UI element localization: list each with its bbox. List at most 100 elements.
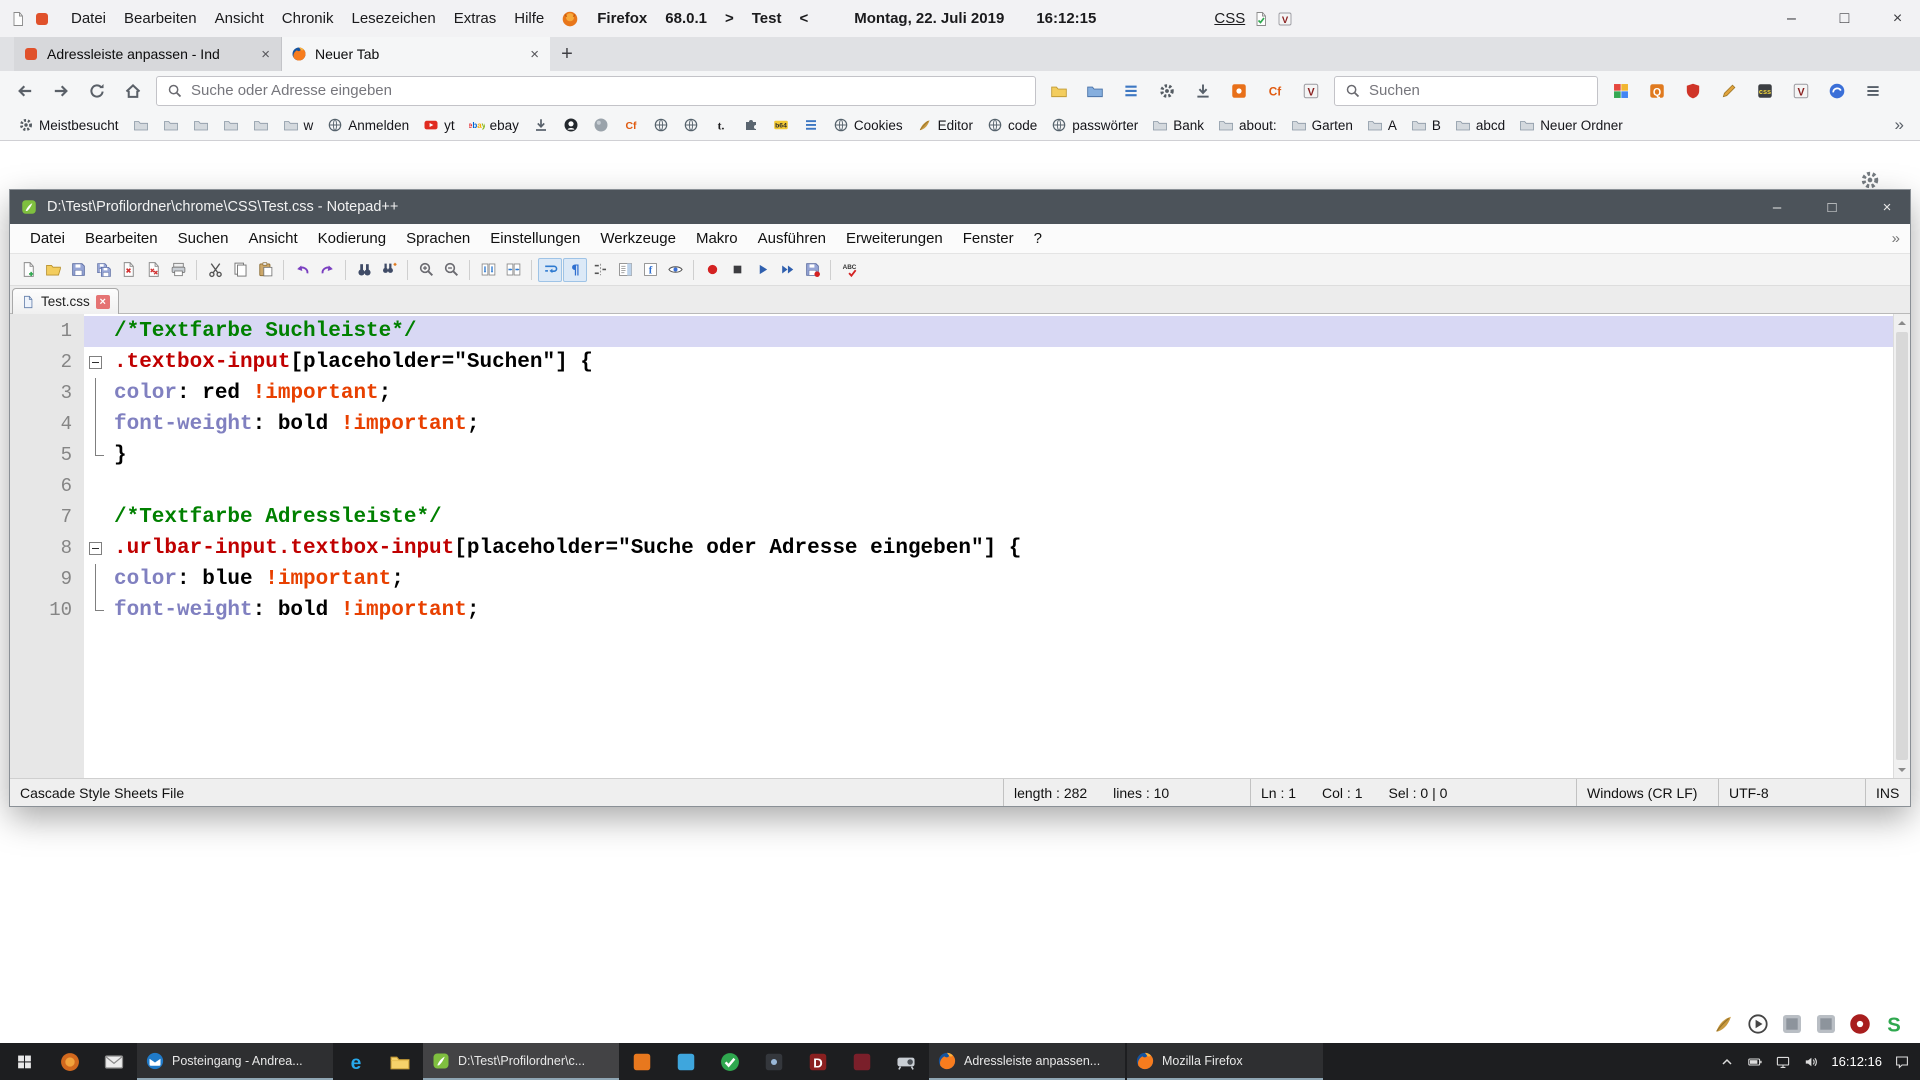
q-badge-button[interactable]: Q xyxy=(1640,76,1674,106)
npp-menu-kodierung[interactable]: Kodierung xyxy=(308,226,396,251)
close-all-button[interactable] xyxy=(141,258,165,282)
bookmark-item[interactable] xyxy=(557,114,585,136)
reload-button[interactable] xyxy=(80,76,114,106)
npp-menu-fenster[interactable]: Fenster xyxy=(953,226,1024,251)
forward-button[interactable] xyxy=(44,76,78,106)
browser-tab-1[interactable]: Adressleiste anpassen - Ind× xyxy=(14,37,282,71)
npp-menu-erweiterungen[interactable]: Erweiterungen xyxy=(836,226,953,251)
menubar-item-lesezeichen[interactable]: Lesezeichen xyxy=(342,6,444,31)
menubar-item-ansicht[interactable]: Ansicht xyxy=(206,6,273,31)
v-badge-icon[interactable]: V xyxy=(1277,11,1293,27)
code-text[interactable]: .urlbar-input.textbox-input[placeholder=… xyxy=(110,533,1893,564)
new-file-button[interactable] xyxy=(16,258,40,282)
macro-stop-button[interactable] xyxy=(725,258,749,282)
code-text[interactable]: } xyxy=(110,440,1893,471)
bookmark-item-bank[interactable]: Bank xyxy=(1146,114,1210,136)
v-badge-button[interactable]: V xyxy=(1784,76,1818,106)
bookmark-item-neuer-ordner[interactable]: Neuer Ordner xyxy=(1513,114,1629,136)
gray-app-icon[interactable] xyxy=(1780,1012,1804,1036)
network-icon[interactable] xyxy=(1775,1054,1791,1070)
code-line-1[interactable]: 1/*Textfarbe Suchleiste*/ xyxy=(10,316,1893,347)
save-button[interactable] xyxy=(66,258,90,282)
tab-close-icon[interactable]: × xyxy=(259,46,272,63)
status-encoding[interactable]: UTF-8 xyxy=(1718,779,1865,806)
editor-area[interactable]: 1/*Textfarbe Suchleiste*/2.textbox-input… xyxy=(10,314,1910,778)
menubar-item-hilfe[interactable]: Hilfe xyxy=(505,6,553,31)
paste-button[interactable] xyxy=(253,258,277,282)
battery-icon[interactable] xyxy=(1747,1054,1763,1070)
searchbar-input[interactable] xyxy=(1369,82,1587,99)
bookmark-item-w[interactable]: w xyxy=(277,114,320,136)
bookmark-item[interactable] xyxy=(157,114,185,136)
maximize-button[interactable]: □ xyxy=(1822,0,1867,37)
code-line-6[interactable]: 6 xyxy=(10,471,1893,502)
status-insert-mode[interactable]: INS xyxy=(1865,779,1910,806)
validator-icon[interactable] xyxy=(1253,11,1269,27)
npp-minimize-button[interactable]: – xyxy=(1754,190,1800,224)
pinned-app-5-button[interactable] xyxy=(752,1043,796,1080)
red-circle-icon[interactable] xyxy=(1848,1012,1872,1036)
new-tab-button[interactable]: + xyxy=(550,37,584,71)
volume-icon[interactable] xyxy=(1803,1054,1819,1070)
newtab-settings-gear-icon[interactable] xyxy=(1859,169,1881,191)
folder-blue-button[interactable] xyxy=(1078,76,1112,106)
bookmark-item[interactable] xyxy=(527,114,555,136)
npp-menu-einstellungen[interactable]: Einstellungen xyxy=(480,226,590,251)
npp-maximize-button[interactable]: □ xyxy=(1809,190,1855,224)
macro-play-button[interactable] xyxy=(750,258,774,282)
tab-close-icon[interactable]: × xyxy=(96,295,110,309)
bookmark-item[interactable]: Cf xyxy=(617,114,645,136)
scroll-up-icon[interactable] xyxy=(1894,314,1910,331)
sync-scroll-horizontal-button[interactable] xyxy=(501,258,525,282)
code-line-7[interactable]: 7/*Textfarbe Adressleiste*/ xyxy=(10,502,1893,533)
code-line-5[interactable]: 5} xyxy=(10,440,1893,471)
npp-close-button[interactable]: × xyxy=(1864,190,1910,224)
npp-menu-werkzeuge[interactable]: Werkzeuge xyxy=(590,226,686,251)
macro-run-multiple-button[interactable] xyxy=(775,258,799,282)
status-eol-format[interactable]: Windows (CR LF) xyxy=(1576,779,1718,806)
code-line-2[interactable]: 2.textbox-input[placeholder="Suchen"] { xyxy=(10,347,1893,378)
code-line-4[interactable]: 4font-weight: bold !important; xyxy=(10,409,1893,440)
find-button[interactable] xyxy=(352,258,376,282)
pencil-button[interactable] xyxy=(1712,76,1746,106)
show-all-characters-button[interactable]: ¶ xyxy=(563,258,587,282)
npp-menu-?[interactable]: ? xyxy=(1024,226,1052,251)
zoom-out-button[interactable] xyxy=(439,258,463,282)
spell-check-button[interactable]: ABC xyxy=(837,258,861,282)
blue-round-button[interactable] xyxy=(1820,76,1854,106)
save-all-button[interactable] xyxy=(91,258,115,282)
npp-menu-makro[interactable]: Makro xyxy=(686,226,748,251)
fold-margin[interactable] xyxy=(84,533,110,564)
code-line-9[interactable]: 9color: blue !important; xyxy=(10,564,1893,595)
bookmark-item-ebay[interactable]: ebayebay xyxy=(463,114,525,136)
bookmark-item-yt[interactable]: yt xyxy=(417,114,461,136)
browser-tab-2[interactable]: Neuer Tab× xyxy=(282,37,550,71)
macro-save-button[interactable] xyxy=(800,258,824,282)
hidden-icons-chevron-icon[interactable] xyxy=(1719,1054,1735,1070)
code-text[interactable]: color: blue !important; xyxy=(110,564,1893,595)
quill-icon[interactable] xyxy=(1712,1012,1736,1036)
redo-button[interactable] xyxy=(315,258,339,282)
bookmark-item[interactable] xyxy=(737,114,765,136)
back-button[interactable] xyxy=(8,76,42,106)
mail-app-button[interactable] xyxy=(92,1043,136,1080)
menubar-item-datei[interactable]: Datei xyxy=(62,6,115,31)
bookmark-item-about-[interactable]: about: xyxy=(1212,114,1283,136)
bookmark-item[interactable] xyxy=(217,114,245,136)
code-text[interactable]: font-weight: bold !important; xyxy=(110,595,1893,626)
cut-button[interactable] xyxy=(203,258,227,282)
bookmark-item[interactable] xyxy=(677,114,705,136)
function-list-button[interactable]: f xyxy=(638,258,662,282)
gear-button[interactable] xyxy=(1150,76,1184,106)
bookmark-item-garten[interactable]: Garten xyxy=(1285,114,1359,136)
bookmark-item[interactable] xyxy=(587,114,615,136)
urlbar-input[interactable] xyxy=(191,82,1025,99)
document-map-button[interactable] xyxy=(613,258,637,282)
urlbar[interactable] xyxy=(156,76,1036,106)
vertical-scrollbar[interactable] xyxy=(1893,314,1910,778)
css-badge-button[interactable]: css xyxy=(1748,76,1782,106)
bookmark-item-b[interactable]: B xyxy=(1405,114,1447,136)
pinned-app-4-button[interactable] xyxy=(708,1043,752,1080)
bookmark-item-cookies[interactable]: Cookies xyxy=(827,114,909,136)
tab-testcss[interactable]: Test.css × xyxy=(12,288,119,314)
